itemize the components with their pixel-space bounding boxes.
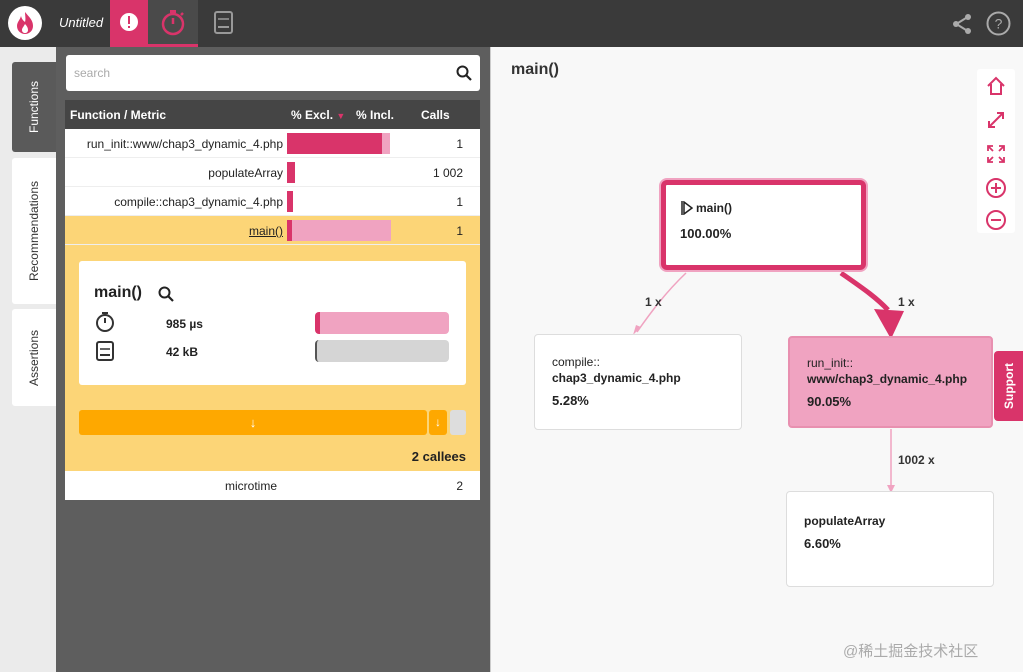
tab-recommendations-label: Recommendations (27, 180, 41, 282)
collapse-button[interactable] (450, 410, 466, 435)
incl-bar (291, 220, 391, 241)
timer-tab-button[interactable] (148, 0, 198, 47)
callees-count: 2 callees (411, 449, 466, 464)
tab-functions[interactable]: Functions (12, 62, 56, 152)
support-label: Support (1002, 363, 1016, 409)
flame-logo-icon[interactable] (8, 6, 42, 40)
detail-memory-value: 42 kB (166, 345, 199, 359)
expand-one-button[interactable]: ↓ (429, 410, 447, 435)
node-main-label: main() (696, 201, 732, 215)
memory-tab-button[interactable] (198, 0, 248, 47)
header-function[interactable]: Function / Metric (70, 108, 166, 122)
header-excl[interactable]: % Excl. ▼ (291, 108, 345, 122)
graph-node-runinit[interactable]: run_init:: www/chap3_dynamic_4.php 90.05… (788, 336, 993, 428)
magnifier-icon[interactable] (158, 286, 174, 302)
callee-row[interactable]: microtime 2 (65, 471, 480, 500)
callee-name: microtime (225, 479, 278, 493)
calls-count: 1 (456, 195, 463, 209)
excl-bar (287, 191, 294, 212)
table-row[interactable]: populateArray 1 002 (65, 158, 480, 187)
calls-count: 1 (456, 137, 463, 151)
play-icon (681, 201, 693, 215)
functions-panel: Function / Metric % Excl. ▼ % Incl. Call… (56, 47, 490, 672)
detail-card: main() 985 µs 42 kB (79, 261, 466, 385)
detail-function-name: main() (94, 284, 142, 301)
app-title[interactable]: Untitled (59, 15, 103, 30)
table-row[interactable]: run_init::www/chap3_dynamic_4.php 1 (65, 129, 480, 158)
time-bar (315, 312, 449, 334)
memory-icon (96, 341, 114, 361)
node-compile-label-1: compile:: (552, 355, 601, 369)
edge-label-main-runinit: 1 x (898, 295, 915, 309)
node-compile-pct: 5.28% (552, 393, 589, 408)
memory-icon (214, 11, 233, 34)
excl-bar (287, 162, 295, 183)
node-main-pct: 100.00% (680, 226, 732, 241)
graph-node-compile[interactable]: compile:: chap3_dynamic_4.php 5.28% (534, 334, 742, 430)
node-populate-pct: 6.60% (804, 536, 841, 551)
help-icon[interactable]: ? (986, 11, 1011, 36)
node-compile-label-2: chap3_dynamic_4.php (552, 371, 681, 385)
calls-count: 1 002 (432, 166, 463, 180)
graph-toolbar (977, 69, 1015, 233)
search-box (66, 55, 480, 91)
function-name[interactable]: main() (249, 224, 283, 238)
header-calls[interactable]: Calls (421, 108, 450, 122)
home-icon[interactable] (985, 75, 1007, 97)
fit-icon[interactable] (985, 143, 1007, 165)
timer-icon (96, 312, 114, 332)
timer-icon (161, 10, 185, 36)
edge-label-main-compile: 1 x (645, 295, 662, 309)
calls-count: 1 (456, 224, 463, 238)
table-body: run_init::www/chap3_dynamic_4.php 1 popula… (65, 129, 480, 245)
expand-icon[interactable] (985, 109, 1007, 131)
memory-bar (315, 340, 449, 362)
callee-calls: 2 (456, 479, 463, 493)
table-header: Function / Metric % Excl. ▼ % Incl. Call… (65, 100, 480, 129)
node-populate-label: populateArray (804, 514, 886, 528)
header-excl-label: % Excl. (291, 108, 334, 122)
watermark: @稀土掘金技术社区 (843, 643, 979, 660)
share-icon[interactable] (950, 12, 974, 36)
function-detail: main() 985 µs 42 kB ↓ ↓ 2 callees (65, 245, 480, 471)
table-row[interactable]: main() 1 (65, 216, 480, 245)
graph-node-populate[interactable]: populateArray 6.60% (786, 491, 994, 587)
svg-text:?: ? (995, 16, 1003, 32)
support-button[interactable]: Support (994, 351, 1023, 421)
function-name[interactable]: run_init::www/chap3_dynamic_4.php (87, 137, 283, 151)
tab-assertions-label: Assertions (27, 329, 41, 386)
alert-button[interactable] (110, 0, 148, 47)
call-graph[interactable]: main() 1 x 1 x 1002 x main() 100.00% com… (490, 47, 1023, 672)
node-runinit-label-1: run_init:: (807, 356, 854, 370)
search-icon[interactable] (456, 65, 472, 81)
node-runinit-pct: 90.05% (807, 394, 852, 409)
excl-bar (287, 133, 383, 154)
detail-time-value: 985 µs (166, 317, 203, 331)
graph-node-main[interactable]: main() 100.00% (661, 180, 866, 270)
functions-table: Function / Metric % Excl. ▼ % Incl. Call… (65, 100, 480, 500)
sort-desc-icon: ▼ (336, 111, 346, 121)
node-runinit-label-2: www/chap3_dynamic_4.php (807, 372, 968, 386)
table-row[interactable]: compile::chap3_dynamic_4.php 1 (65, 187, 480, 216)
tab-functions-label: Functions (27, 80, 41, 134)
zoom-in-icon[interactable] (985, 177, 1007, 199)
function-name[interactable]: compile::chap3_dynamic_4.php (114, 195, 283, 209)
top-bar: Untitled ? (0, 0, 1023, 47)
incl-bar (382, 133, 390, 154)
header-incl[interactable]: % Incl. (356, 108, 394, 122)
expand-callees-button[interactable]: ↓ (79, 410, 427, 435)
alert-icon (120, 13, 138, 31)
edge-label-runinit-populate: 1002 x (898, 453, 935, 467)
side-tabs: Functions Recommendations Assertions (0, 47, 56, 672)
zoom-out-icon[interactable] (985, 209, 1007, 231)
edge-main-runinit-arrow (874, 309, 904, 339)
search-input[interactable] (74, 64, 444, 82)
tab-recommendations[interactable]: Recommendations (12, 158, 56, 304)
tab-assertions[interactable]: Assertions (12, 309, 56, 406)
edge-main-runinit (839, 270, 890, 312)
function-name[interactable]: populateArray (208, 166, 283, 180)
